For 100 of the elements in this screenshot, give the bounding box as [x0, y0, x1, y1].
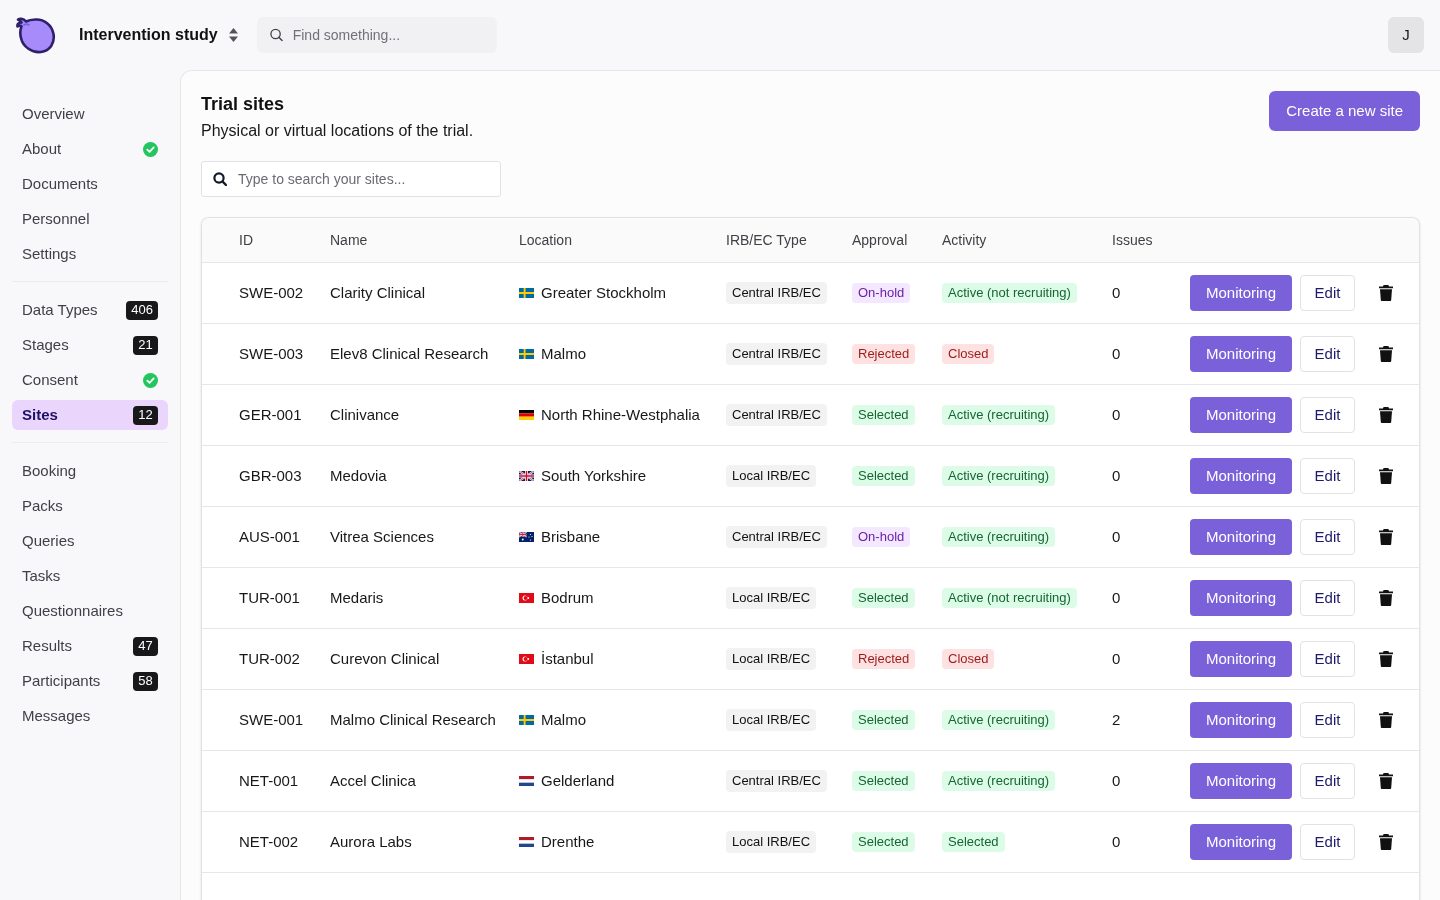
count-badge: 58 — [133, 671, 158, 691]
table-cell-text: Vitrea Sciences — [330, 526, 434, 547]
table-cell-text: Malmo — [541, 343, 586, 364]
page-title: Trial sites — [201, 93, 286, 116]
delete-button[interactable] — [1376, 283, 1396, 303]
sidebar-item[interactable]: Data Types 406 — [12, 295, 168, 325]
table-cell-text: Malmo Clinical Research — [330, 709, 496, 730]
table-cell-text: SWE-001 — [239, 709, 304, 730]
activity-badge: Active (recruiting) — [942, 771, 1056, 791]
table-cell-text: NET-002 — [239, 831, 299, 852]
sidebar-item[interactable]: Documents — [12, 169, 168, 199]
delete-button[interactable] — [1376, 771, 1396, 791]
table-cell-text: Malmo — [541, 709, 586, 730]
activity-badge: Active (recruiting) — [942, 527, 1056, 547]
trash-icon — [1379, 651, 1393, 667]
column-header: ID — [239, 230, 253, 250]
approval-badge: Selected — [852, 466, 915, 486]
approval-badge: Selected — [852, 405, 915, 425]
delete-button[interactable] — [1376, 649, 1396, 669]
table-cell-text: SWE-003 — [239, 343, 304, 364]
sidebar-item[interactable]: Queries — [12, 526, 168, 556]
irb-type-badge: Local IRB/EC — [726, 709, 817, 731]
delete-button[interactable] — [1376, 405, 1396, 425]
irb-type-badge: Local IRB/EC — [726, 648, 817, 670]
monitoring-button[interactable]: Monitoring — [1190, 824, 1292, 860]
monitoring-button[interactable]: Monitoring — [1190, 397, 1292, 433]
monitoring-button[interactable]: Monitoring — [1190, 275, 1292, 311]
count-badge: 12 — [133, 405, 158, 425]
table-cell-text: Drenthe — [541, 831, 595, 852]
delete-button[interactable] — [1376, 344, 1396, 364]
edit-button[interactable]: Edit — [1300, 580, 1355, 616]
table-cell-text: 0 — [1112, 404, 1121, 425]
sidebar-item[interactable]: Personnel — [12, 204, 168, 234]
sidebar-item[interactable]: Messages — [12, 701, 168, 731]
user-avatar-button[interactable]: J — [1388, 17, 1424, 53]
edit-button[interactable]: Edit — [1300, 641, 1355, 677]
edit-button[interactable]: Edit — [1300, 763, 1355, 799]
table-cell-text: Bodrum — [541, 587, 594, 608]
create-site-button[interactable]: Create a new site — [1269, 91, 1420, 131]
table-cell-text: Aurora Labs — [330, 831, 412, 852]
monitoring-button[interactable]: Monitoring — [1190, 519, 1292, 555]
activity-badge: Closed — [942, 649, 995, 669]
edit-button[interactable]: Edit — [1300, 275, 1355, 311]
trash-icon — [1379, 407, 1393, 423]
monitoring-button[interactable]: Monitoring — [1190, 580, 1292, 616]
sidebar-item[interactable]: Booking — [12, 456, 168, 486]
delete-button[interactable] — [1376, 832, 1396, 852]
sidebar-item[interactable]: Questionnaires — [12, 596, 168, 626]
monitoring-button[interactable]: Monitoring — [1190, 641, 1292, 677]
trash-icon — [1379, 529, 1393, 545]
edit-button[interactable]: Edit — [1300, 458, 1355, 494]
table-cell-text: 0 — [1112, 465, 1121, 486]
activity-badge: Active (recruiting) — [942, 710, 1056, 730]
irb-type-badge: Central IRB/EC — [726, 770, 827, 792]
sidebar-item[interactable]: About — [12, 134, 168, 164]
monitoring-button[interactable]: Monitoring — [1190, 702, 1292, 738]
table-cell-text: NET-001 — [239, 770, 299, 791]
table-cell-text: South Yorkshire — [541, 465, 647, 486]
trash-icon — [1379, 285, 1393, 301]
table-cell-text: 0 — [1112, 648, 1121, 669]
delete-button[interactable] — [1376, 466, 1396, 486]
monitoring-button[interactable]: Monitoring — [1190, 336, 1292, 372]
count-badge: 47 — [133, 636, 158, 656]
table-cell-text: 0 — [1112, 770, 1121, 791]
sidebar-item[interactable]: Settings — [12, 239, 168, 269]
edit-button[interactable]: Edit — [1300, 519, 1355, 555]
sidebar-item[interactable]: Overview — [12, 99, 168, 129]
irb-type-badge: Local IRB/EC — [726, 831, 817, 853]
edit-button[interactable]: Edit — [1300, 397, 1355, 433]
delete-button[interactable] — [1376, 588, 1396, 608]
table-cell-text: TUR-001 — [239, 587, 300, 608]
approval-badge: Rejected — [852, 649, 916, 669]
delete-button[interactable] — [1376, 710, 1396, 730]
sidebar-item[interactable]: Results 47 — [12, 631, 168, 661]
sidebar-item[interactable]: Tasks — [12, 561, 168, 591]
table-cell-text: AUS-001 — [239, 526, 300, 547]
sidebar-item[interactable]: Consent — [12, 365, 168, 395]
blob-logo-icon — [15, 15, 56, 55]
table-cell-text: 2 — [1112, 709, 1121, 730]
edit-button[interactable]: Edit — [1300, 336, 1355, 372]
study-switcher-button[interactable] — [227, 27, 240, 43]
approval-badge: Selected — [852, 832, 915, 852]
trash-icon — [1379, 773, 1393, 789]
sidebar-item[interactable]: Participants 58 — [12, 666, 168, 696]
sidebar-item[interactable]: Sites 12 — [12, 400, 168, 430]
table-cell-text: TUR-002 — [239, 648, 300, 669]
delete-button[interactable] — [1376, 527, 1396, 547]
monitoring-button[interactable]: Monitoring — [1190, 763, 1292, 799]
edit-button[interactable]: Edit — [1300, 824, 1355, 860]
table-cell-text: 0 — [1112, 343, 1121, 364]
search-field[interactable]: Find something... — [256, 17, 497, 53]
sidebar-item[interactable]: Packs — [12, 491, 168, 521]
site-search-field[interactable]: Type to search your sites... — [201, 161, 501, 197]
sidebar-item[interactable]: Stages 21 — [12, 330, 168, 360]
study-name: Intervention study — [79, 25, 218, 45]
edit-button[interactable]: Edit — [1300, 702, 1355, 738]
table-cell-text: Curevon Clinical — [330, 648, 440, 669]
table-cell-text: GBR-003 — [239, 465, 302, 486]
activity-badge: Active (not recruiting) — [942, 588, 1077, 608]
monitoring-button[interactable]: Monitoring — [1190, 458, 1292, 494]
